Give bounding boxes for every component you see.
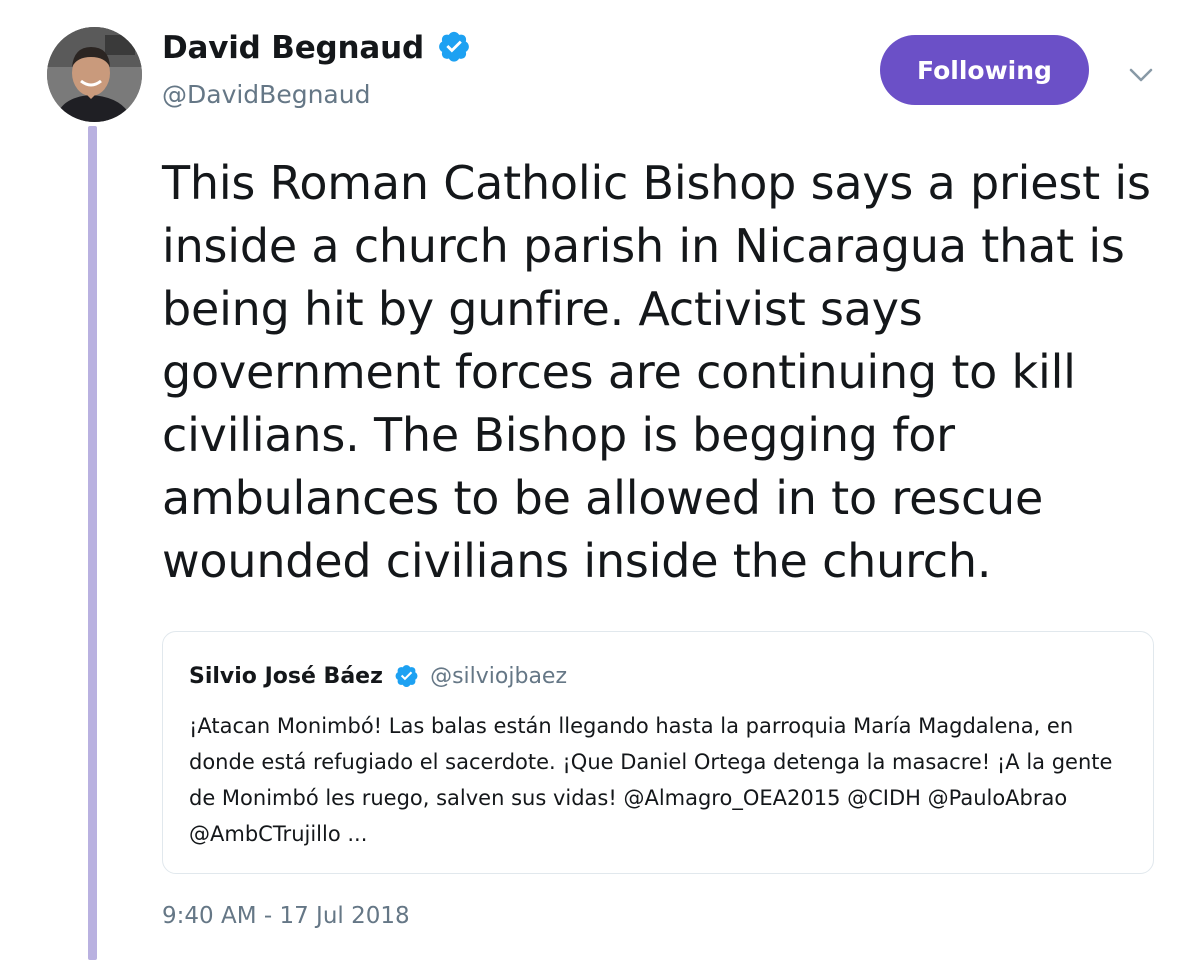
quoted-handle: @silviojbaez	[430, 664, 568, 689]
author-handle[interactable]: @DavidBegnaud	[162, 80, 370, 109]
quoted-tweet-text: ¡Atacan Monimbó! Las balas están llegand…	[189, 714, 1113, 846]
tweet-timestamp[interactable]: 9:40 AM - 17 Jul 2018	[162, 903, 410, 929]
verified-badge-icon	[439, 31, 469, 62]
author-block[interactable]: David Begnaud	[162, 30, 471, 66]
quoted-tweet-card[interactable]: Silvio José Báez @silviojbaez ¡Atacan Mo…	[162, 631, 1154, 874]
verified-badge-icon	[395, 664, 418, 687]
chevron-down-icon[interactable]	[1126, 60, 1156, 90]
following-button[interactable]: Following	[880, 35, 1089, 105]
quoted-display-name: Silvio José Báez	[189, 664, 383, 689]
quoted-tweet-header: Silvio José Báez @silviojbaez	[189, 664, 567, 689]
thread-line	[88, 126, 97, 960]
author-display-name[interactable]: David Begnaud	[162, 30, 424, 66]
avatar[interactable]	[47, 27, 142, 122]
tweet-text: This Roman Catholic Bishop says a priest…	[162, 156, 1151, 588]
